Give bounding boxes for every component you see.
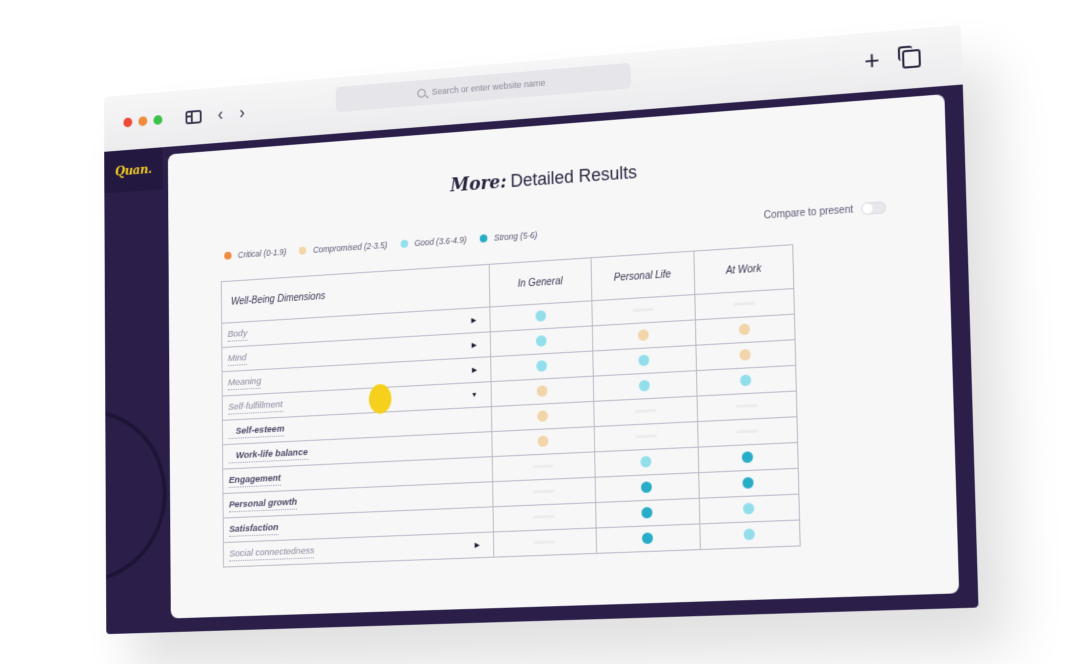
address-placeholder: Search or enter website name [431,77,546,97]
score-dot-strong [742,477,755,490]
score-dot-strong [641,507,653,519]
compare-label: Compare to present [763,203,854,222]
results-panel: More: Detailed Results Critical (0-1.9) Co… [167,94,960,619]
header-personal-life: Personal Life [590,251,695,301]
header-in-general: In General [489,257,592,307]
score-cell [699,519,801,550]
empty-score-placeholder [533,490,555,495]
dimension-label[interactable]: Satisfaction [229,521,279,537]
score-dot-compromised [537,435,549,448]
score-dot-good [638,354,650,367]
compare-toggle[interactable] [861,201,887,216]
score-dot-compromised [739,323,751,336]
caret-right-icon[interactable]: ▶ [472,341,477,349]
legend-item: Compromised (2-3.5) [299,240,387,256]
app-frame: Quan. More: Detailed Results Critical (0-… [104,84,979,635]
dimension-label[interactable]: Self-esteem [228,423,285,439]
dimension-label[interactable]: Body [227,327,248,342]
score-dot-good [535,335,547,348]
compare-toggle-group: Compare to present [763,201,887,222]
logo[interactable]: Quan. [115,162,152,179]
legend-item: Critical (0-1.9) [224,247,286,261]
legend-dot-icon [479,234,488,243]
empty-score-placeholder [733,302,756,307]
browser-window: ‹ › Search or enter website name + Quan.… [103,25,979,635]
empty-score-placeholder [736,429,759,435]
empty-score-placeholder [735,404,758,409]
score-dot-good [639,380,651,392]
empty-score-placeholder [632,308,654,313]
dimension-label[interactable]: Mind [227,351,247,366]
legend-dot-icon [224,251,232,260]
caret-right-icon[interactable]: ▶ [472,366,477,374]
dimension-label-group: Social connectedness ▶ [224,538,494,561]
legend-dot-icon [299,246,307,255]
sidebar-icon[interactable] [185,109,202,125]
search-icon [417,87,427,98]
legend-label: Critical (0-1.9) [237,246,287,260]
dimension-label[interactable]: Self-fulfillment [228,398,283,415]
tabs-icon[interactable] [901,48,921,69]
score-dot-good [535,310,547,323]
dimension-label[interactable]: Meaning [227,375,262,390]
caret-down-icon[interactable]: ▼ [471,391,478,398]
legend: Critical (0-1.9) Compromised (2-3.5) Good … [224,230,537,261]
logo-box: Quan. [104,147,163,194]
legend-label: Strong (5-6) [493,229,538,243]
results-table: Well-Being Dimensions In General Persona… [220,244,801,568]
score-dot-compromised [739,349,752,362]
dimension-label[interactable]: Social connectedness [229,544,315,561]
back-icon[interactable]: ‹ [218,104,224,124]
legend-item: Strong (5-6) [479,229,538,244]
caret-right-icon[interactable]: ▶ [471,316,476,324]
score-dot-good [740,374,752,387]
decorative-circle [104,406,167,586]
empty-score-placeholder [634,409,656,414]
empty-score-placeholder [533,515,555,520]
score-dot-good [743,503,755,515]
score-dot-good [640,456,652,469]
score-dot-strong [642,532,654,545]
header-at-work: At Work [693,244,794,295]
empty-score-placeholder [634,434,657,439]
empty-score-placeholder [532,464,554,469]
window-controls [123,114,163,128]
dimension-label[interactable]: Work-life balance [228,446,308,463]
legend-item: Good (3.6-4.9) [400,234,467,249]
forward-icon[interactable]: › [239,102,245,122]
address-bar[interactable]: Search or enter website name [335,62,632,113]
close-window-button[interactable] [123,117,133,128]
score-dot-strong [641,481,653,494]
score-dot-strong [742,451,754,464]
legend-label: Compromised (2-3.5) [312,240,388,255]
score-dot-compromised [536,385,548,398]
new-tab-button[interactable]: + [864,44,880,76]
score-cell [493,527,597,558]
maximize-window-button[interactable] [153,114,163,126]
dimension-label[interactable]: Personal growth [228,496,298,512]
stage: ‹ › Search or enter website name + Quan.… [0,0,1080,664]
title-text: Detailed Results [510,162,638,192]
score-dot-good [743,528,756,541]
minimize-window-button[interactable] [138,116,148,127]
score-dot-compromised [638,329,650,342]
score-cell [699,494,800,524]
score-dot-good [536,360,547,373]
legend-label: Good (3.6-4.9) [414,234,467,249]
score-cell [595,523,701,554]
caret-right-icon[interactable]: ▶ [475,541,480,549]
title-emphasis: More: [450,171,507,197]
legend-dot-icon [400,239,408,248]
score-dot-compromised [536,410,548,423]
empty-score-placeholder [533,540,556,545]
dimension-label[interactable]: Engagement [228,472,281,488]
